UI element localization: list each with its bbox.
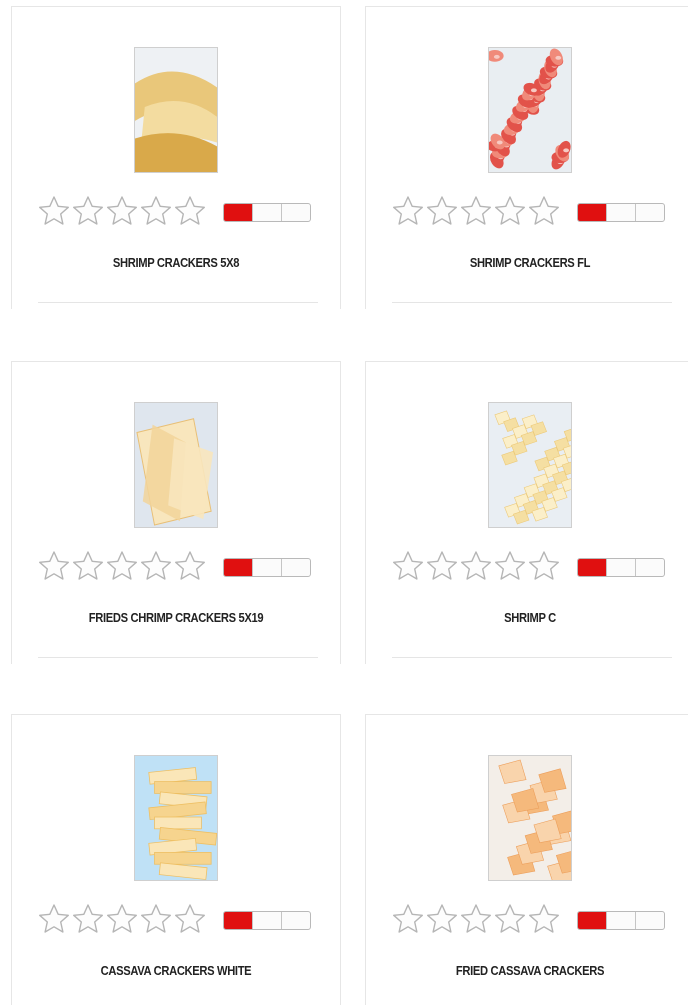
star-icon[interactable] <box>493 549 527 583</box>
product-card: SHRIMP C <box>365 361 688 664</box>
product-photo-fried-cassava-crackers[interactable] <box>488 755 572 881</box>
star-icon[interactable] <box>527 549 561 583</box>
star-rating <box>37 194 207 228</box>
star-icon[interactable] <box>391 194 425 228</box>
meter-segment <box>253 559 282 576</box>
meter-segment <box>636 204 664 221</box>
meter-segment <box>282 912 310 929</box>
star-icon[interactable] <box>459 194 493 228</box>
star-icon[interactable] <box>105 902 139 936</box>
star-icon[interactable] <box>527 194 561 228</box>
star-rating <box>391 549 561 583</box>
meter-segment <box>282 204 310 221</box>
product-photo-shrimp-chips[interactable] <box>488 402 572 528</box>
star-icon[interactable] <box>391 902 425 936</box>
star-icon[interactable] <box>139 902 173 936</box>
divider <box>392 302 672 303</box>
star-icon[interactable] <box>139 549 173 583</box>
meter-segment <box>578 204 607 221</box>
meter-segment <box>578 912 607 929</box>
star-icon[interactable] <box>459 902 493 936</box>
meter-segment <box>224 204 253 221</box>
star-icon[interactable] <box>37 194 71 228</box>
star-icon[interactable] <box>37 549 71 583</box>
star-icon[interactable] <box>173 549 207 583</box>
product-card: FRIED CASSAVA CRACKERS <box>365 714 688 1005</box>
meter-segment <box>578 559 607 576</box>
product-photo-shrimp-crackers[interactable] <box>134 47 218 173</box>
star-rating <box>37 902 207 936</box>
spice-level-meter <box>577 911 665 930</box>
star-icon[interactable] <box>71 902 105 936</box>
product-card: SHRIMP CRACKERS 5X8 <box>11 6 341 309</box>
star-icon[interactable] <box>527 902 561 936</box>
product-title-link[interactable]: FRIEDS CHRIMP CRACKERS 5X19 <box>35 610 317 625</box>
star-icon[interactable] <box>105 549 139 583</box>
meter-segment <box>224 559 253 576</box>
meter-segment <box>636 559 664 576</box>
star-icon[interactable] <box>173 902 207 936</box>
star-icon[interactable] <box>139 194 173 228</box>
meter-segment <box>636 912 664 929</box>
meter-segment <box>607 912 636 929</box>
star-rating <box>391 902 561 936</box>
product-title-link[interactable]: CASSAVA CRACKERS WHITE <box>35 963 317 978</box>
meter-segment <box>224 912 253 929</box>
star-icon[interactable] <box>105 194 139 228</box>
star-icon[interactable] <box>71 549 105 583</box>
product-title-link[interactable]: SHRIMP C <box>389 610 671 625</box>
spice-level-meter <box>577 558 665 577</box>
star-icon[interactable] <box>493 902 527 936</box>
star-icon[interactable] <box>173 194 207 228</box>
spice-level-meter <box>223 558 311 577</box>
star-icon[interactable] <box>425 902 459 936</box>
meter-segment <box>253 912 282 929</box>
spice-level-meter <box>223 203 311 222</box>
divider <box>38 657 318 658</box>
meter-segment <box>607 204 636 221</box>
product-title-link[interactable]: FRIED CASSAVA CRACKERS <box>389 963 671 978</box>
meter-segment <box>282 559 310 576</box>
spice-level-meter <box>577 203 665 222</box>
product-photo-cassava-crackers-white[interactable] <box>134 755 218 881</box>
star-icon[interactable] <box>37 902 71 936</box>
star-icon[interactable] <box>391 549 425 583</box>
product-photo-fried-shrimp-crackers[interactable] <box>134 402 218 528</box>
meter-segment <box>253 204 282 221</box>
product-card: FRIEDS CHRIMP CRACKERS 5X19 <box>11 361 341 664</box>
product-title-link[interactable]: SHRIMP CRACKERS FL <box>389 255 671 270</box>
spice-level-meter <box>223 911 311 930</box>
star-icon[interactable] <box>71 194 105 228</box>
product-card: CASSAVA CRACKERS WHITE <box>11 714 341 1005</box>
divider <box>392 657 672 658</box>
product-photo-shrimp-crackers-red[interactable] <box>488 47 572 173</box>
meter-segment <box>607 559 636 576</box>
star-icon[interactable] <box>425 194 459 228</box>
product-title-link[interactable]: SHRIMP CRACKERS 5X8 <box>35 255 317 270</box>
product-card: SHRIMP CRACKERS FL <box>365 6 688 309</box>
divider <box>38 302 318 303</box>
star-icon[interactable] <box>425 549 459 583</box>
star-rating <box>391 194 561 228</box>
star-icon[interactable] <box>459 549 493 583</box>
star-rating <box>37 549 207 583</box>
star-icon[interactable] <box>493 194 527 228</box>
